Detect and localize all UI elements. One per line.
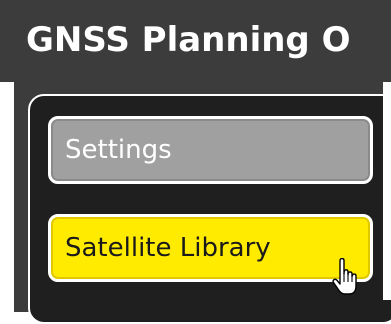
- settings-button-label: Settings: [65, 135, 172, 165]
- window-edge: [383, 82, 391, 300]
- app-title: GNSS Planning O: [26, 20, 351, 60]
- satellite-library-button-label: Satellite Library: [65, 233, 271, 263]
- settings-button[interactable]: Settings: [48, 116, 373, 184]
- satellite-library-button[interactable]: Satellite Library: [48, 214, 373, 282]
- app-header: GNSS Planning O: [0, 0, 391, 82]
- hand-pointer-icon: [332, 258, 357, 295]
